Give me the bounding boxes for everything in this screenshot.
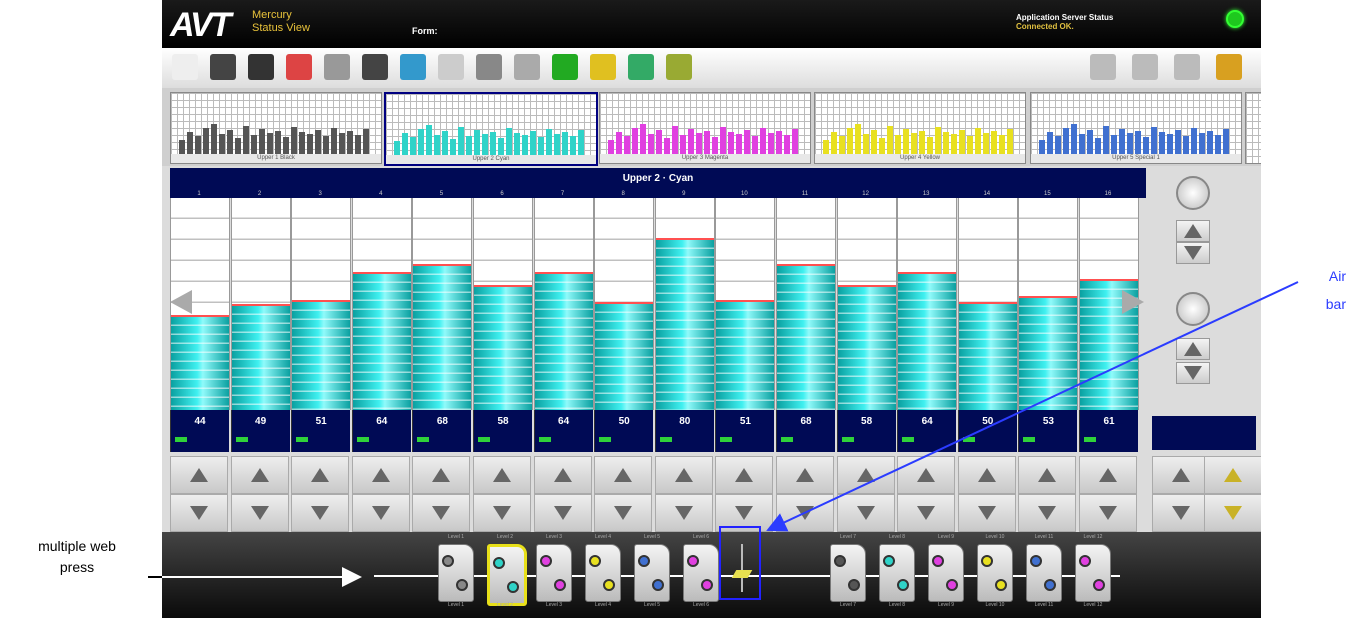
air-bar-arrow [766,281,1299,532]
annotation-arrows [148,281,1299,587]
